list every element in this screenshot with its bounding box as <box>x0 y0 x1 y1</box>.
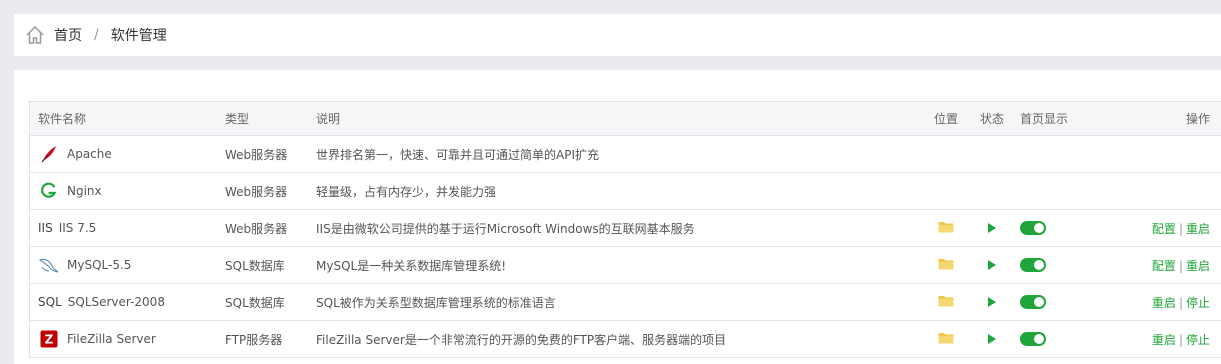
breadcrumb-separator: / <box>94 27 99 43</box>
desc-cell: MySQL是一种关系数据库管理系统! <box>316 258 507 273</box>
svg-text:Z: Z <box>45 333 54 347</box>
type-cell: Web服务器 <box>225 221 288 236</box>
breadcrumb-current: 软件管理 <box>110 28 167 44</box>
home-icon[interactable] <box>24 24 46 46</box>
software-name: FileZilla Server <box>67 332 156 346</box>
op-separator: | <box>1178 258 1183 273</box>
op-separator: | <box>1178 295 1183 310</box>
play-icon[interactable] <box>988 334 996 344</box>
table-header: 软件名称 类型 说明 位置 状态 首页显示 操作 <box>30 102 1221 136</box>
header-desc: 说明 <box>316 112 341 126</box>
breadcrumb: 首页 / 软件管理 <box>14 14 1221 56</box>
name-cell: Z FileZilla Server <box>30 329 225 349</box>
name-cell: MySQL-5.5 <box>30 255 225 275</box>
type-cell: Web服务器 <box>225 147 288 162</box>
op-cell: 重启 | 停止 <box>1076 294 1221 311</box>
table-row-0: Apache Web服务器 世界排名第一，快速、可靠并且可通过简单的API扩充 <box>30 136 1221 173</box>
status-cell <box>970 334 1014 344</box>
op-cell: 配置 | 重启 <box>1076 220 1221 237</box>
op-link-2[interactable]: 停止 <box>1186 333 1210 347</box>
pos-cell <box>922 294 970 310</box>
name-cell: Nginx <box>30 181 225 201</box>
desc-cell: FileZilla Server是一个非常流行的开源的免费的FTP客户端、服务器… <box>316 332 727 347</box>
software-name: IIS 7.5 <box>58 221 97 235</box>
op-link-1[interactable]: 配置 <box>1152 222 1176 236</box>
pos-cell <box>922 257 970 273</box>
software-name: MySQL-5.5 <box>67 258 132 272</box>
play-icon[interactable] <box>988 260 996 270</box>
home-display-toggle[interactable] <box>1020 221 1046 235</box>
op-link-1[interactable]: 重启 <box>1152 333 1176 347</box>
op-cell: 配置 | 重启 <box>1076 257 1221 274</box>
header-home-display: 首页显示 <box>1020 112 1069 126</box>
op-link-2[interactable]: 重启 <box>1186 222 1210 236</box>
table-row-5: Z FileZilla Server FTP服务器 FileZilla Serv… <box>30 321 1221 358</box>
play-icon[interactable] <box>988 223 996 233</box>
iis-icon: IIS <box>38 221 53 235</box>
software-name: Nginx <box>67 184 102 198</box>
software-name: Apache <box>67 147 112 161</box>
folder-icon[interactable] <box>938 294 954 310</box>
op-link-2[interactable]: 重启 <box>1186 259 1210 273</box>
home-display-toggle[interactable] <box>1020 258 1046 272</box>
type-cell: SQL数据库 <box>225 258 285 273</box>
home-display-cell <box>1014 221 1076 235</box>
home-display-cell <box>1014 295 1076 309</box>
type-cell: FTP服务器 <box>225 332 283 347</box>
table-row-1: Nginx Web服务器 轻量级，占有内存少，并发能力强 <box>30 173 1221 210</box>
header-name: 软件名称 <box>38 112 87 126</box>
status-cell <box>970 223 1014 233</box>
software-table: 软件名称 类型 说明 位置 状态 首页显示 操作 Apache Web服务器 世… <box>29 101 1221 358</box>
folder-icon[interactable] <box>938 257 954 273</box>
play-icon[interactable] <box>988 297 996 307</box>
desc-cell: 世界排名第一，快速、可靠并且可通过简单的API扩充 <box>316 147 599 162</box>
status-cell <box>970 297 1014 307</box>
table-row-3: MySQL-5.5 SQL数据库 MySQL是一种关系数据库管理系统! 配置 | 重… <box>30 247 1221 284</box>
header-op: 操作 <box>1185 112 1210 126</box>
pos-cell <box>922 331 970 347</box>
home-display-toggle[interactable] <box>1020 295 1046 309</box>
op-separator: | <box>1178 221 1183 236</box>
content-panel: 软件名称 类型 说明 位置 状态 首页显示 操作 Apache Web服务器 世… <box>14 70 1221 364</box>
name-cell: SQL SQLServer-2008 <box>30 292 225 312</box>
op-link-2[interactable]: 停止 <box>1186 296 1210 310</box>
op-link-1[interactable]: 重启 <box>1152 296 1176 310</box>
apache-feather-icon <box>38 144 60 164</box>
nginx-logo-icon <box>38 181 60 201</box>
type-cell: Web服务器 <box>225 184 288 199</box>
desc-cell: 轻量级，占有内存少，并发能力强 <box>316 184 497 199</box>
name-cell: Apache <box>30 144 225 164</box>
home-display-cell <box>1014 332 1076 346</box>
table-row-2: IIS IIS 7.5 Web服务器 IIS是由微软公司提供的基于运行Micro… <box>30 210 1221 247</box>
desc-cell: IIS是由微软公司提供的基于运行Microsoft Windows的互联网基本服… <box>316 221 695 236</box>
status-cell <box>970 260 1014 270</box>
desc-cell: SQL被作为关系型数据库管理系统的标准语言 <box>316 295 556 310</box>
folder-icon[interactable] <box>938 331 954 347</box>
header-pos: 位置 <box>933 112 958 126</box>
op-link-1[interactable]: 配置 <box>1152 259 1176 273</box>
op-separator: | <box>1178 332 1183 347</box>
sql-icon: SQL <box>38 295 62 309</box>
mysql-dolphin-icon <box>38 255 60 275</box>
header-type: 类型 <box>225 112 250 126</box>
header-status: 状态 <box>979 112 1004 126</box>
pos-cell <box>922 220 970 236</box>
op-cell: 重启 | 停止 <box>1076 331 1221 348</box>
name-cell: IIS IIS 7.5 <box>30 218 225 238</box>
folder-icon[interactable] <box>938 220 954 236</box>
home-display-cell <box>1014 258 1076 272</box>
type-cell: SQL数据库 <box>225 295 285 310</box>
filezilla-icon: Z <box>38 329 60 349</box>
home-display-toggle[interactable] <box>1020 332 1046 346</box>
breadcrumb-home-link[interactable]: 首页 <box>54 25 82 45</box>
table-row-4: SQL SQLServer-2008 SQL数据库 SQL被作为关系型数据库管理… <box>30 284 1221 321</box>
software-name: SQLServer-2008 <box>67 295 165 309</box>
